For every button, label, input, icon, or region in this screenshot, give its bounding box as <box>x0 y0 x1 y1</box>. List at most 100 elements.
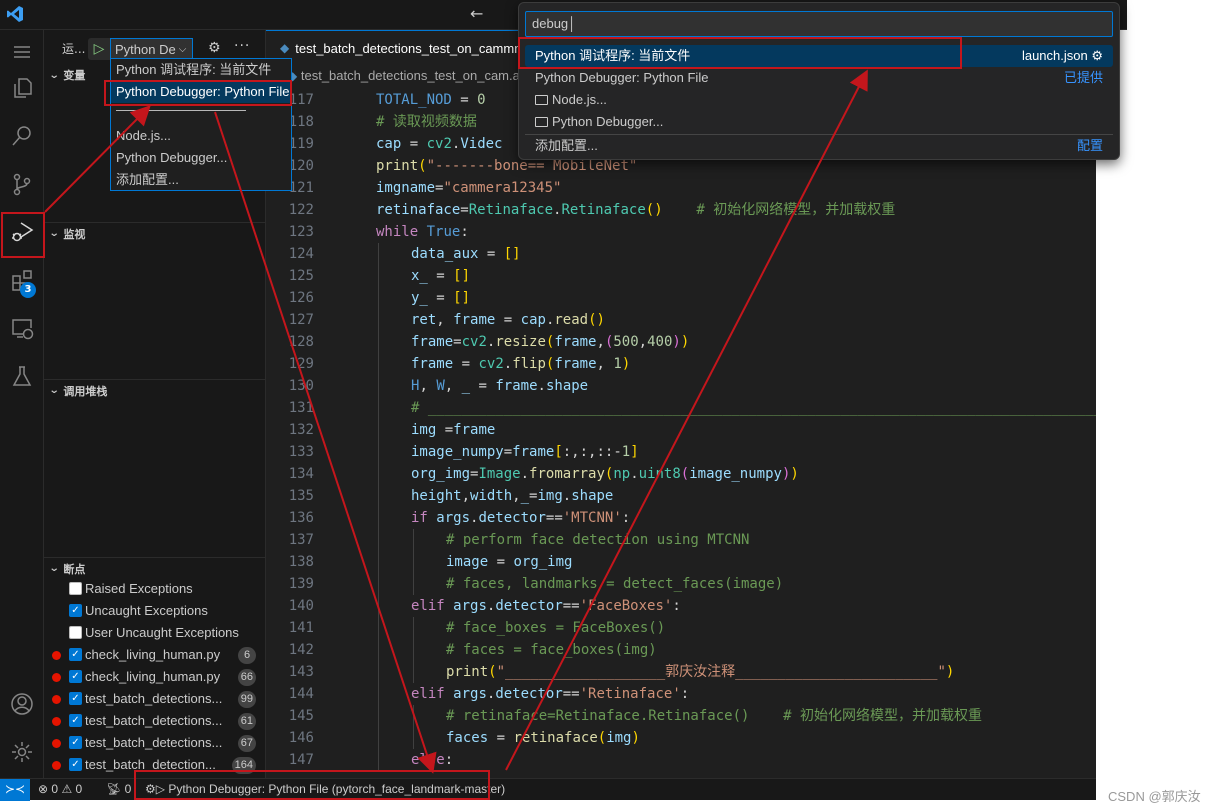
dropdown-option[interactable]: Node.js... <box>111 125 291 147</box>
breakpoint-checkbox[interactable] <box>69 626 82 639</box>
breakpoint-item[interactable]: ✓ check_living_human.py 6 <box>44 644 266 666</box>
code-line[interactable]: 140 elif args.detector=='FaceBoxes': <box>266 595 1096 617</box>
code-line[interactable]: 139 # faces, landmarks = detect_faces(ima… <box>266 573 1096 595</box>
breakpoint-checkbox[interactable]: ✓ <box>69 692 82 705</box>
code-line[interactable]: 146 faces = retinaface(img) <box>266 727 1096 749</box>
breakpoint-item[interactable]: ✓ Uncaught Exceptions <box>44 600 266 622</box>
code-line[interactable]: 144 elif args.detector=='Retinaface': <box>266 683 1096 705</box>
search-button[interactable] <box>0 114 44 158</box>
quick-pick-input[interactable]: debug│ <box>525 11 1113 37</box>
quick-pick-item-link[interactable]: 配置 <box>1077 135 1103 157</box>
debug-config-status[interactable]: ⚙▷ Python Debugger: Python File (pytorch… <box>145 779 505 801</box>
dropdown-option[interactable]: Python Debugger... <box>111 147 291 169</box>
code-line[interactable]: 124 data_aux = [] <box>266 243 1096 265</box>
line-number: 139 <box>288 576 314 592</box>
run-debug-button[interactable] <box>0 210 44 254</box>
more-actions-button[interactable]: ··· <box>234 38 250 54</box>
code-line[interactable]: 127 ret, frame = cap.read() <box>266 309 1096 331</box>
code-line[interactable]: 138 image = org_img <box>266 551 1096 573</box>
breakpoint-checkbox[interactable]: ✓ <box>69 714 82 727</box>
breakpoint-item[interactable]: ✓ test_batch_detections... 67 <box>44 732 266 754</box>
code-line[interactable]: 147 else: <box>266 749 1096 771</box>
breakpoint-checkbox[interactable]: ✓ <box>69 604 82 617</box>
code-editor[interactable]: 117 TOTAL_NOD = 0 118 # 读取视频数据 119 cap = cv2.… <box>266 89 1096 778</box>
code-line[interactable]: 132 img =frame <box>266 419 1096 441</box>
back-arrow-icon[interactable]: ← <box>470 4 483 23</box>
testing-button[interactable] <box>0 354 44 398</box>
indent-guide <box>413 617 414 639</box>
settings-button[interactable] <box>0 730 44 774</box>
remote-explorer-button[interactable] <box>0 306 44 350</box>
quick-pick-item[interactable]: Python Debugger: Python File 已提供 <box>525 67 1113 89</box>
gear-icon: ⚙ <box>208 40 221 56</box>
breakpoint-checkbox[interactable] <box>69 582 82 595</box>
breakpoint-item[interactable]: User Uncaught Exceptions <box>44 622 266 644</box>
line-number: 138 <box>288 554 314 570</box>
code-line[interactable]: 133 image_numpy=frame[:,:,::-1] <box>266 441 1096 463</box>
indent-guide <box>378 639 379 661</box>
open-launch-json-button[interactable]: ⚙ <box>208 40 221 56</box>
code-line[interactable]: 129 frame = cv2.flip(frame, 1) <box>266 353 1096 375</box>
breakpoint-checkbox[interactable]: ✓ <box>69 648 82 661</box>
code-line[interactable]: 123 while True: <box>266 221 1096 243</box>
code-line[interactable]: 143 print("___________________郭庆汝注释______… <box>266 661 1096 683</box>
debug-config-dropdown: Python 调试程序: 当前文件 Python Debugger: Python… <box>110 58 292 191</box>
section-call-stack[interactable]: ⌄ 调用堆栈 <box>44 379 266 401</box>
breakpoint-item[interactable]: ✓ check_living_human.py 66 <box>44 666 266 688</box>
gear-icon <box>12 742 32 762</box>
breakpoint-item[interactable]: ✓ test_batch_detection... 164 <box>44 754 266 776</box>
code-line[interactable]: 134 org_img=Image.fromarray(np.uint8(imag… <box>266 463 1096 485</box>
code-text: # faces, landmarks = detect_faces(image) <box>446 576 784 592</box>
start-debugging-button[interactable]: ▷ <box>88 38 110 60</box>
code-line[interactable]: 122 retinaface=Retinaface.Retinaface() # … <box>266 199 1096 221</box>
indent-guide <box>378 331 379 353</box>
folder-icon <box>535 117 548 127</box>
dropdown-option[interactable]: Python Debugger: Python File <box>111 81 291 103</box>
indent-guide <box>378 375 379 397</box>
dropdown-option[interactable]: 添加配置... <box>111 169 291 191</box>
code-line[interactable]: 142 # faces = face_boxes(img) <box>266 639 1096 661</box>
breakpoint-label: Uncaught Exceptions <box>85 603 208 618</box>
breakpoint-label: Raised Exceptions <box>85 581 193 596</box>
code-line[interactable]: 141 # face_boxes = FaceBoxes() <box>266 617 1096 639</box>
code-line[interactable]: 145 # retinaface=Retinaface.Retinaface() … <box>266 705 1096 727</box>
breakpoint-label: test_batch_detections... <box>85 691 223 706</box>
code-line[interactable]: 121 imgname="cammera12345" <box>266 177 1096 199</box>
breakpoint-checkbox[interactable]: ✓ <box>69 670 82 683</box>
code-line[interactable]: 131 # ___________________________________… <box>266 397 1096 419</box>
code-text: faces = retinaface(img) <box>446 730 640 746</box>
code-line[interactable]: 128 frame=cv2.resize(frame,(500,400)) <box>266 331 1096 353</box>
section-watch[interactable]: ⌄ 监视 <box>44 222 266 244</box>
indent-guide <box>413 551 414 573</box>
code-line[interactable]: 137 # perform face detection using MTCNN <box>266 529 1096 551</box>
accounts-button[interactable] <box>0 682 44 726</box>
breakpoints-list: Raised Exceptions ✓ Uncaught Exceptions Use… <box>44 578 266 776</box>
code-text: frame = cv2.flip(frame, 1) <box>411 356 631 372</box>
quick-pick-item[interactable]: Python Debugger... <box>525 111 1113 133</box>
breakpoint-item[interactable]: ✓ test_batch_detections... 99 <box>44 688 266 710</box>
remote-indicator-button[interactable]: ≻≺ <box>0 779 30 801</box>
explorer-button[interactable] <box>0 66 44 110</box>
files-icon <box>14 78 32 98</box>
tab-active-file[interactable]: ◆ test_batch_detections_test_on_cammm <box>266 30 526 65</box>
source-control-button[interactable] <box>0 162 44 206</box>
quick-pick-item[interactable]: 添加配置... 配置 <box>525 135 1113 157</box>
breakpoint-item[interactable]: Raised Exceptions <box>44 578 266 600</box>
code-line[interactable]: 126 y_ = [] <box>266 287 1096 309</box>
code-line[interactable]: 130 H, W, _ = frame.shape <box>266 375 1096 397</box>
extensions-button[interactable]: 3 <box>0 258 44 302</box>
code-line[interactable]: 136 if args.detector=='MTCNN': <box>266 507 1096 529</box>
code-line[interactable]: 125 x_ = [] <box>266 265 1096 287</box>
breakpoint-checkbox[interactable]: ✓ <box>69 758 82 771</box>
breakpoint-checkbox[interactable]: ✓ <box>69 736 82 749</box>
quick-pick-item[interactable]: Python 调试程序: 当前文件 launch.json ⚙ <box>525 45 1113 67</box>
breakpoint-item[interactable]: ✓ test_batch_detections... 61 <box>44 710 266 732</box>
problems-button[interactable]: ⊗ 0 ⚠ 0 <box>38 779 82 801</box>
quick-pick-item[interactable]: Node.js... <box>525 89 1113 111</box>
debug-config-select[interactable]: Python De ⌵ <box>110 38 194 60</box>
section-breakpoints[interactable]: ⌄ 断点 <box>44 557 266 579</box>
dropdown-option[interactable]: Python 调试程序: 当前文件 <box>111 59 291 81</box>
ports-button[interactable]: 📡︎ 0 <box>106 779 131 801</box>
code-line[interactable]: 135 height,width,_=img.shape <box>266 485 1096 507</box>
quick-pick-item-link[interactable]: 已提供 <box>1064 67 1103 89</box>
